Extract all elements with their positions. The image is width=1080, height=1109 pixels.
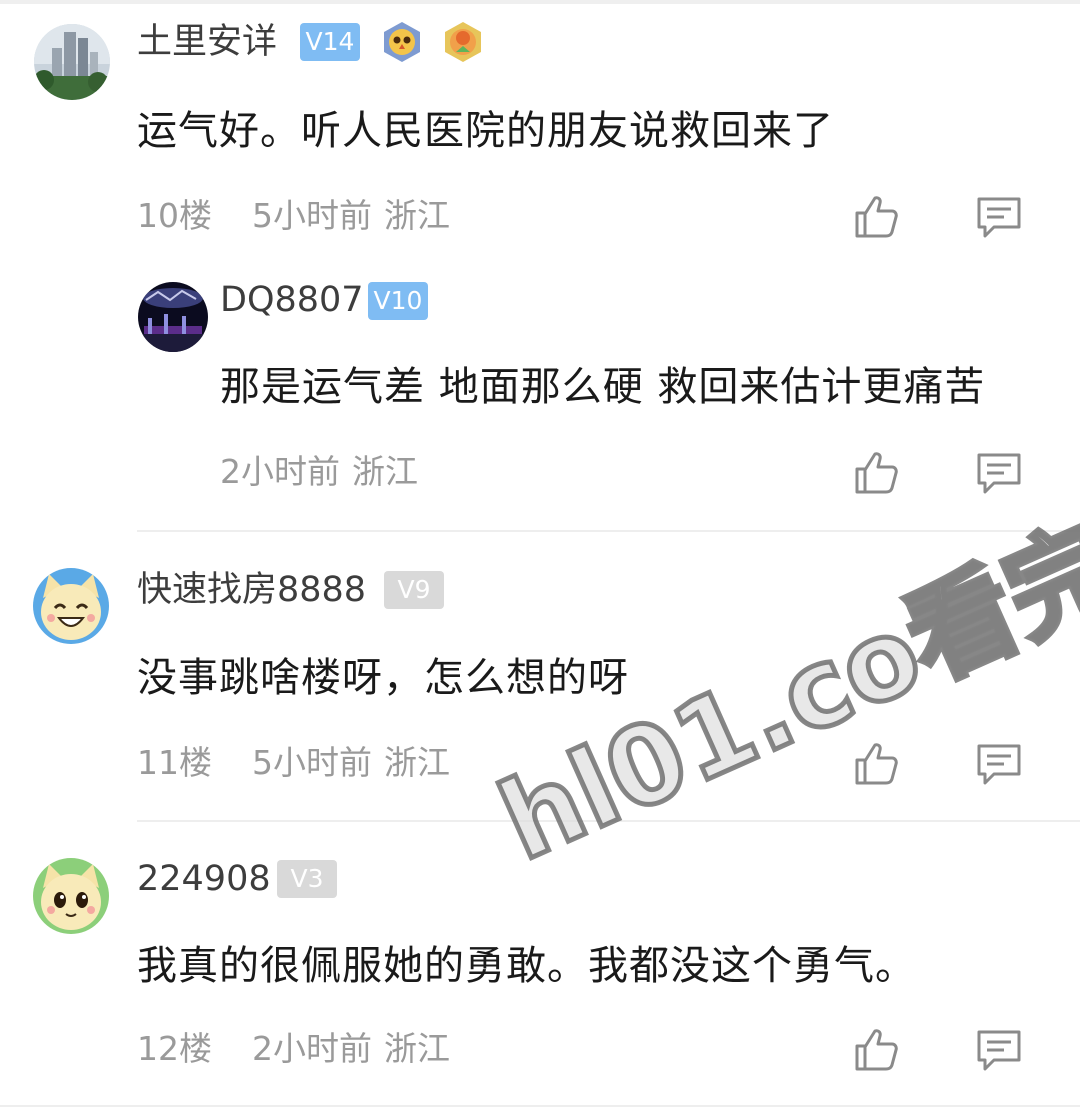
like-button[interactable]	[851, 1025, 901, 1075]
reply-button[interactable]	[974, 739, 1024, 789]
reply-level-badge: V10	[368, 282, 428, 320]
eagle-medal-icon	[380, 20, 424, 64]
reply-button[interactable]	[974, 1025, 1024, 1075]
avatar[interactable]	[33, 858, 109, 934]
floor-number: 12楼	[137, 1029, 212, 1068]
like-button[interactable]	[851, 739, 901, 789]
yellow-cat-avatar-icon	[33, 568, 109, 644]
comment-meta: 11楼 5小时前 浙江	[137, 743, 450, 783]
timestamp: 5小时前	[252, 743, 372, 782]
timestamp: 2小时前	[252, 1029, 372, 1068]
like-button[interactable]	[851, 192, 901, 242]
comment-icon	[977, 1030, 1021, 1071]
floor-number: 11楼	[137, 743, 212, 782]
reply-meta: 2小时前 浙江	[220, 452, 418, 492]
avatar[interactable]	[34, 24, 110, 100]
avatar[interactable]	[33, 568, 109, 644]
username[interactable]: 快速找房8888	[137, 570, 366, 610]
reply-like-button[interactable]	[851, 448, 901, 498]
stage-lights-avatar-icon	[138, 282, 208, 352]
city-skyline-avatar-icon	[34, 24, 110, 100]
comment-meta: 10楼 5小时前 浙江	[137, 196, 450, 236]
green-cat-avatar-icon	[33, 858, 109, 934]
thumbs-up-icon	[855, 743, 898, 785]
reply-avatar[interactable]	[138, 282, 208, 352]
comment-text: 我真的很佩服她的勇敢。我都没这个勇气。	[137, 943, 916, 989]
reply-button[interactable]	[974, 192, 1024, 242]
level-badge: V9	[384, 571, 444, 609]
comment-icon	[977, 197, 1021, 238]
location: 浙江	[384, 743, 450, 782]
comment-icon	[977, 453, 1021, 494]
comment-item: 土里安详 V14 运气好。听人民医院的朋友说救回来了 10楼 5小时前 浙江 D…	[0, 0, 1080, 530]
reply-reply-button[interactable]	[974, 448, 1024, 498]
comment-icon	[977, 744, 1021, 785]
level-badge: V14	[300, 23, 360, 61]
comment-item: 快速找房8888 V9 没事跳啥楼呀，怎么想的呀 11楼 5小时前 浙江	[0, 532, 1080, 820]
comment-text: 没事跳啥楼呀，怎么想的呀	[137, 655, 629, 701]
thumbs-up-icon	[855, 196, 898, 238]
reply-text: 那是运气差 地面那么硬 救回来估计更痛苦	[220, 364, 986, 410]
bird-medal-icon	[441, 20, 485, 64]
comment-meta: 12楼 2小时前 浙江	[137, 1029, 450, 1069]
thumbs-up-icon	[855, 452, 898, 494]
reply-username[interactable]: DQ8807	[220, 280, 364, 320]
location: 浙江	[384, 196, 450, 235]
floor-number: 10楼	[137, 196, 212, 235]
timestamp: 5小时前	[252, 196, 372, 235]
comment-text: 运气好。听人民医院的朋友说救回来了	[137, 108, 834, 154]
username[interactable]: 土里安详	[137, 22, 277, 62]
thumbs-up-icon	[855, 1029, 898, 1071]
level-badge: V3	[277, 860, 337, 898]
username[interactable]: 224908	[137, 859, 271, 899]
location: 浙江	[384, 1029, 450, 1068]
bottom-divider	[0, 1105, 1080, 1107]
comment-item: 224908 V3 我真的很佩服她的勇敢。我都没这个勇气。 12楼 2小时前 浙江	[0, 822, 1080, 1109]
reply-timestamp: 2小时前	[220, 452, 340, 491]
reply-location: 浙江	[352, 452, 418, 491]
